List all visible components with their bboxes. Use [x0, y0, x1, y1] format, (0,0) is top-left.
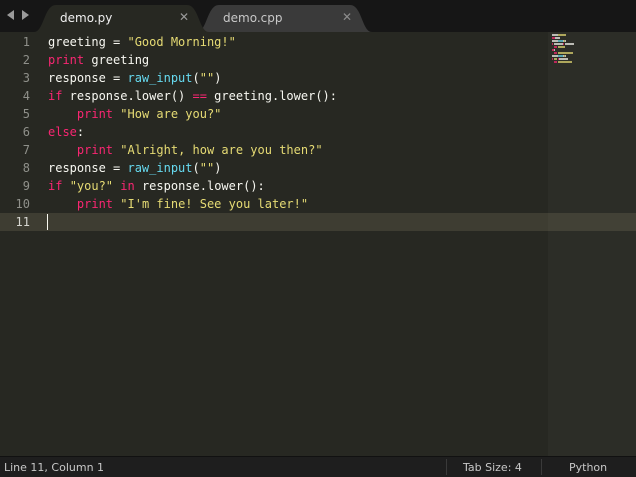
status-separator — [541, 459, 542, 475]
minimap-token — [555, 37, 560, 39]
current-line-highlight — [0, 213, 636, 231]
text-cursor — [47, 214, 48, 230]
code-token: response.lower(): — [134, 179, 265, 193]
code-token: "Alright, how are you then?" — [120, 143, 323, 157]
code-token: print — [76, 143, 114, 157]
minimap-token — [564, 55, 566, 57]
code-token: "Good Morning!" — [127, 35, 236, 49]
code-token: greeting.lower(): — [206, 89, 337, 103]
code-token: print — [76, 197, 114, 211]
nav-left-icon[interactable] — [7, 10, 14, 20]
tab-demo-cpp[interactable]: demo.cpp ✕ — [197, 5, 372, 32]
line-number: 9 — [22, 179, 30, 193]
code-token: response = — [48, 161, 128, 175]
code-token: if — [48, 179, 63, 193]
code-token: ) — [214, 161, 222, 175]
code-token: "How are you?" — [120, 107, 222, 121]
code-token: greeting — [84, 53, 150, 67]
minimap-token — [554, 49, 555, 51]
code-line[interactable]: else: — [48, 123, 84, 141]
code-line[interactable]: if response.lower() == greeting.lower(): — [48, 87, 337, 105]
syntax-selector[interactable]: Python — [569, 461, 607, 474]
line-number: 2 — [22, 53, 30, 67]
close-icon[interactable]: ✕ — [342, 10, 352, 24]
line-number: 10 — [15, 197, 30, 211]
code-token: else — [48, 125, 77, 139]
line-number: 6 — [22, 125, 30, 139]
code-line[interactable]: greeting = "Good Morning!" — [48, 33, 236, 51]
minimap-token — [564, 43, 574, 45]
code-token: if — [48, 89, 63, 103]
line-number: 7 — [22, 143, 30, 157]
minimap-token — [564, 40, 566, 42]
code-token: raw_input — [127, 71, 193, 85]
tab-bar: demo.cpp ✕ demo.py ✕ — [0, 0, 636, 32]
line-number: 4 — [22, 89, 30, 103]
minimap[interactable] — [552, 34, 612, 74]
code-token: "you?" — [69, 179, 114, 193]
code-token: print — [76, 107, 114, 121]
code-token: ( — [192, 71, 200, 85]
minimap-viewport[interactable] — [548, 32, 636, 456]
code-token: response = — [48, 71, 128, 85]
code-line[interactable]: print "How are you?" — [48, 105, 222, 123]
minimap-token — [557, 52, 573, 54]
minimap-token — [558, 34, 567, 36]
tab-size-selector[interactable]: Tab Size: 4 — [463, 461, 522, 474]
code-token: response.lower() — [62, 89, 193, 103]
code-token: print — [48, 53, 85, 67]
nav-right-icon[interactable] — [22, 10, 29, 20]
tab-label: demo.py — [60, 11, 113, 25]
line-number: 5 — [22, 107, 30, 121]
tab-demo-py[interactable]: demo.py ✕ — [34, 5, 209, 32]
code-token: == — [192, 89, 207, 103]
status-bar: Line 11, Column 1 Tab Size: 4 Python — [0, 456, 636, 477]
code-token: raw_input — [127, 161, 193, 175]
code-token: "" — [199, 71, 215, 85]
code-token: "I'm fine! See you later!" — [120, 197, 309, 211]
minimap-token — [557, 61, 572, 63]
code-line[interactable]: print greeting — [48, 51, 149, 69]
line-number: 11 — [15, 215, 30, 229]
code-token: in — [120, 179, 135, 193]
code-token: greeting = — [48, 35, 128, 49]
tab-label: demo.cpp — [223, 11, 283, 25]
code-token: ) — [214, 71, 222, 85]
code-token: : — [76, 125, 85, 139]
code-line[interactable]: print "I'm fine! See you later!" — [48, 195, 308, 213]
minimap-token — [557, 46, 566, 48]
code-line[interactable]: response = raw_input("") — [48, 69, 221, 87]
code-editor[interactable]: 1 2 3 4 5 6 7 8 9 10 11 greeting = "Good Morning!"… — [0, 32, 636, 456]
line-number-gutter: 1 2 3 4 5 6 7 8 9 10 11 — [0, 32, 38, 456]
line-number: 8 — [22, 161, 30, 175]
code-token: ( — [192, 161, 200, 175]
code-line[interactable]: response = raw_input("") — [48, 159, 221, 177]
minimap-token — [559, 58, 569, 60]
minimap-token — [553, 43, 563, 45]
code-token: "" — [199, 161, 215, 175]
line-number: 3 — [22, 71, 30, 85]
minimap-token — [553, 58, 557, 60]
code-line[interactable]: if "you?" in response.lower(): — [48, 177, 265, 195]
status-separator — [446, 459, 447, 475]
code-line[interactable]: print "Alright, how are you then?" — [48, 141, 323, 159]
close-icon[interactable]: ✕ — [179, 10, 189, 24]
line-number: 1 — [22, 35, 30, 49]
status-cursor-position: Line 11, Column 1 — [4, 461, 105, 474]
